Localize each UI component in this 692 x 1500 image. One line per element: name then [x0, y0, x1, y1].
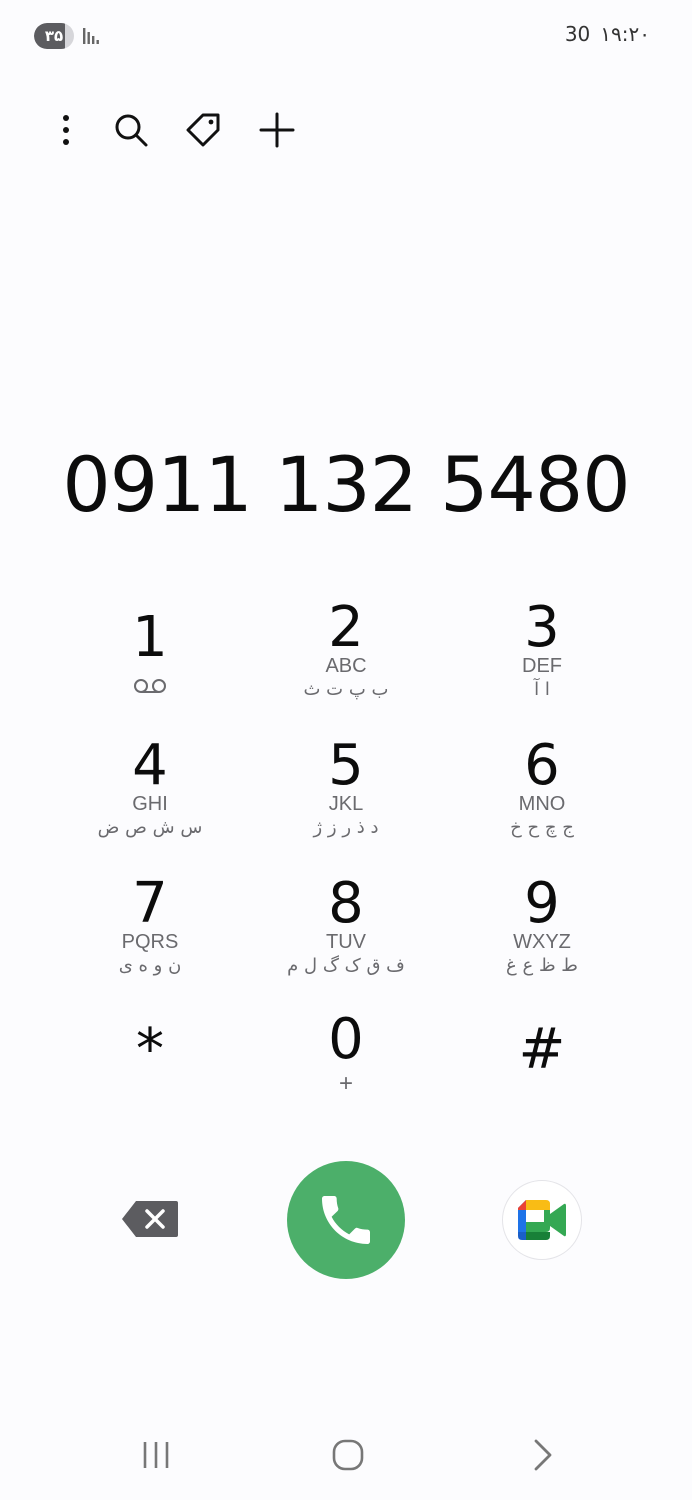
key-plus-sub: + — [338, 1070, 353, 1097]
add-contact-button[interactable] — [253, 106, 301, 154]
key-digit: 8 — [328, 871, 364, 936]
backspace-icon — [122, 1201, 178, 1237]
key-letters: DEF — [522, 655, 562, 677]
battery-indicator: ۳۵ — [34, 23, 74, 49]
key-hash[interactable]: # — [452, 1018, 632, 1138]
key-digit: 3 — [524, 595, 560, 660]
key-letters: ABC — [325, 655, 367, 677]
video-call-button[interactable] — [502, 1180, 582, 1260]
key-digit: # — [518, 1017, 566, 1082]
key-letters: TUV — [326, 931, 366, 953]
status-right: 30 ۱۹:۲۰ — [565, 22, 650, 46]
voicemail-icon — [134, 679, 166, 693]
dialed-number[interactable]: 0911 132 5480 — [0, 440, 692, 529]
key-3[interactable]: 3 DEF ا آ — [452, 596, 632, 716]
backspace-button[interactable] — [118, 1196, 182, 1242]
google-meet-icon — [518, 1200, 566, 1240]
key-digit: 4 — [132, 733, 168, 798]
call-button[interactable] — [287, 1161, 405, 1279]
search-icon — [115, 114, 148, 147]
key-digit: 0 — [328, 1007, 364, 1072]
clock: ۱۹:۲۰ — [600, 22, 650, 46]
phone-icon — [322, 1196, 370, 1244]
home-icon — [332, 1439, 364, 1471]
key-persian-letters: ط ظ ع غ — [506, 955, 578, 976]
battery-level: ۳۵ — [44, 27, 64, 45]
add-contact-icon — [259, 112, 295, 148]
recent-apps-button[interactable] — [126, 1425, 186, 1485]
key-digit: 5 — [328, 733, 364, 798]
key-5[interactable]: 5 JKL د ذ ر ز ژ — [256, 734, 436, 854]
home-button[interactable] — [318, 1425, 378, 1485]
signal-icon — [81, 26, 101, 51]
key-digit: 2 — [328, 595, 364, 660]
recent-apps-icon — [143, 1442, 169, 1468]
key-0[interactable]: 0 + — [256, 1008, 436, 1128]
key-digit: * — [136, 1017, 164, 1082]
key-persian-letters: ب پ ت ث — [303, 679, 389, 700]
key-8[interactable]: 8 TUV ف ق ک گ ل م — [256, 872, 436, 992]
key-persian-letters: ج چ ح خ — [510, 817, 574, 838]
key-2[interactable]: 2 ABC ب پ ت ث — [256, 596, 436, 716]
key-4[interactable]: 4 GHI س ش ص ض — [60, 734, 240, 854]
key-1[interactable]: 1 — [60, 606, 240, 726]
key-digit: 7 — [132, 871, 168, 936]
search-button[interactable] — [107, 106, 155, 154]
key-letters: WXYZ — [513, 931, 571, 953]
more-options-icon — [63, 115, 69, 145]
key-6[interactable]: 6 MNO ج چ ح خ — [452, 734, 632, 854]
more-options-button[interactable] — [42, 106, 90, 154]
key-star[interactable]: * — [60, 1018, 240, 1138]
key-persian-letters: س ش ص ض — [97, 817, 203, 838]
key-letters: GHI — [132, 793, 168, 815]
key-letters: MNO — [518, 793, 566, 815]
key-digit: 9 — [524, 871, 560, 936]
key-7[interactable]: 7 PQRS ن و ه ی — [60, 872, 240, 992]
tag-button[interactable] — [179, 106, 227, 154]
notification-count: 30 — [564, 22, 591, 46]
key-letters: PQRS — [121, 931, 179, 953]
key-letters: JKL — [328, 793, 364, 815]
key-persian-letters: ف ق ک گ ل م — [287, 955, 405, 976]
back-chevron-icon — [534, 1439, 552, 1471]
tag-icon — [186, 113, 220, 147]
key-digit: 1 — [132, 605, 168, 670]
key-digit: 6 — [524, 733, 560, 798]
key-persian-letters: ا آ — [534, 679, 550, 700]
key-persian-letters: د ذ ر ز ژ — [313, 817, 379, 838]
key-9[interactable]: 9 WXYZ ط ظ ع غ — [452, 872, 632, 992]
back-button[interactable] — [512, 1425, 572, 1485]
key-persian-letters: ن و ه ی — [118, 955, 182, 976]
